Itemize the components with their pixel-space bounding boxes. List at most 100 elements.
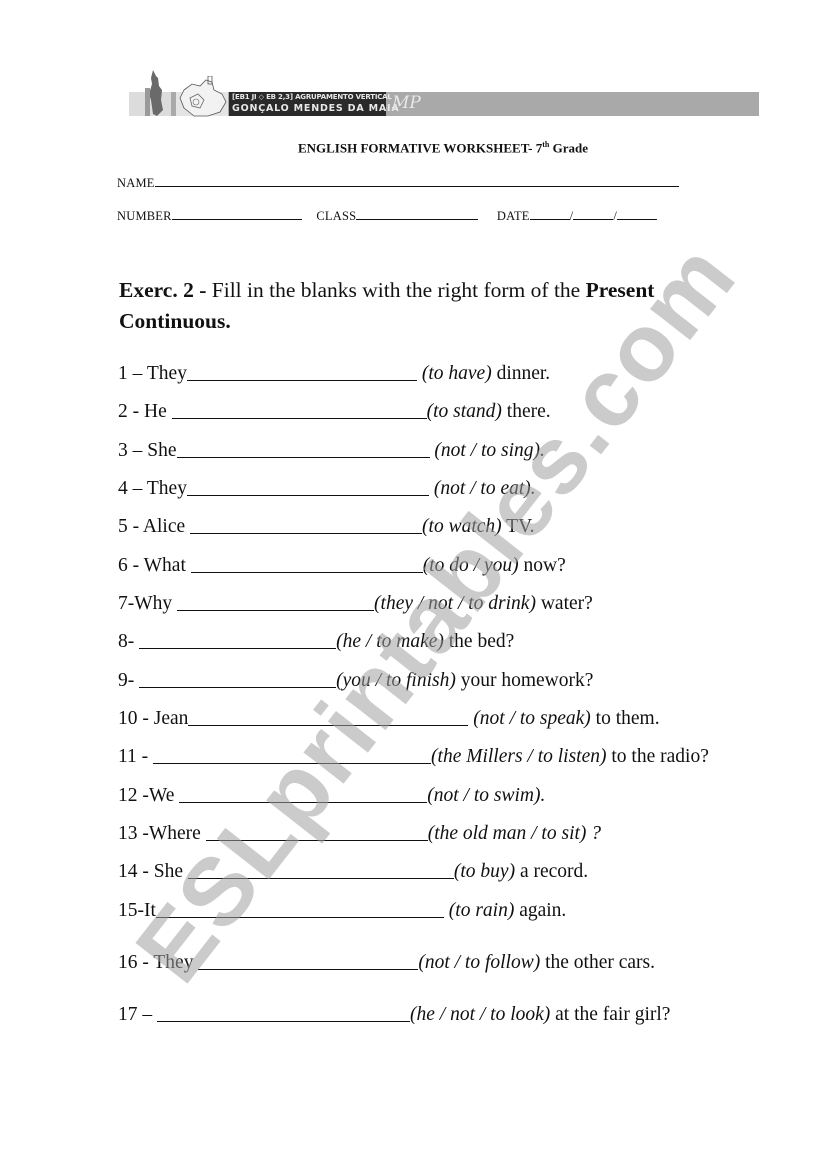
info-row: NUMBER CLASS DATE / / [117, 206, 658, 224]
item-prefix: 15-It [118, 900, 156, 921]
item-prefix: 8- [118, 631, 140, 652]
item-prefix: 14 - She [118, 861, 188, 882]
exercise-instruction: Fill in the blanks with the right form o… [211, 278, 586, 302]
item-hint: (to watch) [422, 516, 502, 537]
exercise-item: 11 - (the Millers / to listen) to the ra… [118, 745, 709, 769]
school-line-2: GONÇALO MENDES DA MAIA [232, 103, 400, 114]
item-suffix: TV. [501, 516, 535, 537]
item-prefix: 1 – They [118, 363, 187, 384]
school-line-1: [EB1 JI ◇ EB 2,3] AGRUPAMENTO VERTICAL [232, 93, 392, 101]
item-prefix: 2 - He [118, 401, 172, 422]
exercise-item: 12 -We (not / to swim). [118, 784, 545, 808]
name-label: NAME [117, 176, 155, 190]
school-name-box: [EB1 JI ◇ EB 2,3] AGRUPAMENTO VERTICAL G… [229, 92, 399, 116]
answer-blank[interactable] [187, 860, 454, 879]
answer-blank[interactable] [177, 592, 375, 611]
exercise-item: 14 - She (to buy) a record. [118, 860, 588, 884]
item-prefix: 4 – They [118, 478, 187, 499]
item-hint: (not / to swim). [427, 785, 546, 806]
item-suffix: dinner. [491, 363, 551, 384]
item-suffix: again. [514, 900, 567, 921]
answer-blank[interactable] [179, 784, 428, 803]
item-hint: (to buy) [453, 861, 516, 882]
answer-blank[interactable] [186, 477, 429, 496]
answer-blank[interactable] [139, 669, 337, 688]
item-prefix: 17 – [118, 1004, 157, 1025]
exercise-item: 15-It (to rain) again. [118, 899, 566, 923]
item-hint: (the old man / to sit) ? [427, 823, 602, 844]
exercise-item: 4 – They (not / to eat). [118, 477, 536, 501]
answer-blank[interactable] [190, 515, 423, 534]
item-suffix: the other cars. [540, 952, 656, 973]
region-map-icon [179, 76, 227, 117]
item-hint: (to have) [421, 363, 492, 384]
answer-blank[interactable] [188, 707, 469, 726]
item-prefix: 6 - What [118, 555, 191, 576]
answer-blank[interactable] [139, 630, 337, 649]
item-hint: (to do / you) [422, 555, 519, 576]
item-suffix: to the radio? [606, 746, 709, 767]
exercise-item: 10 - Jean (not / to speak) to them. [118, 707, 660, 731]
item-suffix: water? [535, 593, 593, 614]
worksheet-page: [EB1 JI ◇ EB 2,3] AGRUPAMENTO VERTICAL G… [0, 0, 826, 1169]
exercise-item: 2 - He (to stand) there. [118, 400, 551, 424]
exercise-instructions: Exerc. 2 - Fill in the blanks with the r… [119, 275, 759, 337]
item-hint: (they / not / to drink) [374, 593, 536, 614]
item-hint: (the Millers / to listen) [431, 746, 607, 767]
date-month-field[interactable] [573, 206, 614, 220]
exercise-item: 7-Why (they / not / to drink) water? [118, 592, 593, 616]
worksheet-title: ENGLISH FORMATIVE WORKSHEET- 7th Grade [0, 140, 826, 156]
exercise-item: 3 – She (not / to sing). [118, 439, 545, 463]
answer-blank[interactable] [190, 554, 423, 573]
date-year-field[interactable] [617, 206, 658, 220]
date-day-field[interactable] [529, 206, 570, 220]
exercise-label: Exerc. 2 [119, 278, 194, 302]
item-suffix: the bed? [443, 631, 515, 652]
exercise-item: 5 - Alice (to watch) TV. [118, 515, 535, 539]
exercise-item: 8- (he / to make) the bed? [118, 630, 514, 654]
title-tail: Grade [549, 140, 589, 156]
item-prefix: 10 - Jean [118, 708, 189, 729]
exercise-item: 13 -Where (the old man / to sit) ? [118, 822, 601, 846]
item-prefix: 7-Why [118, 593, 178, 614]
name-field[interactable] [154, 173, 679, 187]
number-field[interactable] [171, 206, 302, 220]
answer-blank[interactable] [198, 951, 419, 970]
item-prefix: 5 - Alice [118, 516, 191, 537]
class-field[interactable] [356, 206, 479, 220]
date-label: DATE [496, 209, 530, 223]
monogram-logo: MP [392, 93, 421, 113]
number-label: NUMBER [117, 209, 172, 223]
exercise-item: 1 – They (to have) dinner. [118, 362, 550, 386]
item-prefix: 9- [118, 670, 140, 691]
answer-blank[interactable] [176, 439, 430, 458]
answer-blank[interactable] [155, 899, 444, 918]
statue-figure-icon [145, 70, 163, 116]
class-label: CLASS [316, 209, 357, 223]
answer-blank[interactable] [186, 362, 417, 381]
answer-blank[interactable] [171, 400, 427, 419]
exercise-item: 9- (you / to finish) your homework? [118, 669, 593, 693]
item-hint: (he / to make) [336, 631, 444, 652]
title-main: ENGLISH FORMATIVE WORKSHEET- 7 [297, 140, 543, 156]
answer-blank[interactable] [157, 1003, 410, 1022]
answer-blank[interactable] [153, 745, 432, 764]
item-hint: (not / to follow) [418, 952, 541, 973]
item-suffix: there. [501, 401, 551, 422]
exercise-dash: - [193, 278, 212, 302]
item-hint: (to stand) [426, 401, 502, 422]
item-prefix: 12 -We [118, 785, 180, 806]
answer-blank[interactable] [205, 822, 428, 841]
exercise-item: 6 - What (to do / you) now? [118, 554, 566, 578]
name-row: NAME [117, 173, 679, 191]
item-hint: (not / to sing). [434, 440, 545, 461]
exercise-item: 17 – (he / not / to look) at the fair gi… [118, 1003, 670, 1027]
item-hint: (not / to eat). [433, 478, 536, 499]
item-suffix: a record. [515, 861, 589, 882]
item-hint: (to rain) [448, 900, 515, 921]
item-suffix: at the fair girl? [550, 1004, 671, 1025]
exercise-item: 16 - They (not / to follow) the other ca… [118, 951, 655, 975]
item-prefix: 16 - They [118, 952, 199, 973]
item-suffix: your homework? [455, 670, 594, 691]
item-prefix: 13 -Where [118, 823, 206, 844]
